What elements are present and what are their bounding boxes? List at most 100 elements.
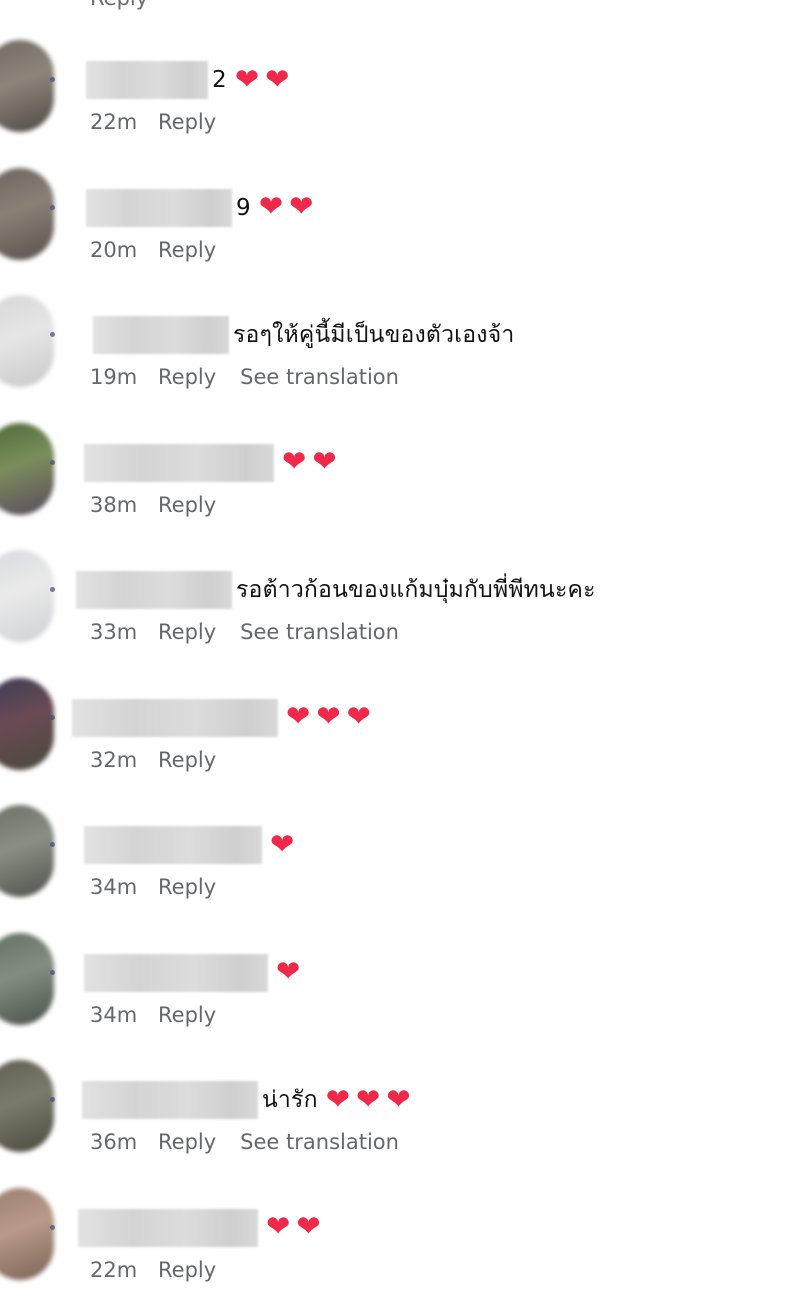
heart-icon: ❤ — [282, 444, 307, 478]
comment-timestamp[interactable]: 19m — [90, 365, 158, 389]
heart-icon: ❤ — [289, 189, 314, 223]
avatar-status-dot — [50, 969, 55, 975]
comment-timestamp[interactable]: 22m — [90, 110, 158, 134]
reply-link[interactable]: Reply — [158, 748, 216, 772]
comments-page: Reply 2❤❤22mReply9❤❤20mReplyรอๆให้คู่นี้… — [0, 0, 800, 1291]
see-translation-link[interactable]: See translation — [240, 365, 399, 389]
heart-emojis: ❤ ❤ — [258, 189, 320, 223]
avatar[interactable] — [0, 550, 54, 642]
comment-timestamp[interactable]: 20m — [90, 238, 158, 262]
avatar-status-dot — [50, 587, 55, 592]
see-translation-link[interactable]: See translation — [240, 620, 399, 644]
avatar-status-dot — [50, 332, 55, 337]
comment-meta: 34m Reply — [90, 1003, 240, 1027]
comment-item: ❤ ❤ ❤ 32m Reply — [0, 677, 800, 806]
comment-item: 9 ❤ ❤ 20m Reply — [0, 167, 800, 296]
reply-link[interactable]: Reply — [158, 1258, 216, 1282]
heart-emojis: ❤ ❤ — [235, 61, 296, 96]
avatar[interactable] — [0, 677, 54, 770]
comment-body: ❤ — [84, 953, 306, 992]
comment-body: ❤ ❤ ❤ — [72, 698, 377, 737]
comment-text: 9 — [236, 194, 251, 221]
heart-icon: ❤ — [270, 826, 295, 861]
heart-icon: ❤ — [286, 699, 311, 733]
comment-body: 2 ❤ ❤ — [86, 61, 296, 99]
comment-timestamp[interactable]: 22m — [90, 1258, 158, 1282]
heart-icon: ❤ — [258, 189, 284, 223]
avatar-status-dot — [50, 77, 55, 82]
heart-icon: ❤ — [276, 954, 301, 988]
reply-link[interactable]: Reply — [158, 238, 216, 262]
comment-body: รอต้าวก้อนของแก้มบุ๋มกับพี่พีทนะคะ — [76, 571, 596, 609]
heart-emojis: ❤ ❤ — [266, 1209, 327, 1243]
see-translation-link[interactable]: See translation — [240, 1130, 399, 1154]
comment-meta: 32m Reply — [90, 748, 240, 772]
comment-timestamp[interactable]: 36m — [90, 1130, 158, 1154]
heart-icon: ❤ — [316, 699, 341, 733]
heart-icon: ❤ — [356, 1081, 381, 1116]
heart-icon: ❤ — [265, 61, 290, 96]
avatar[interactable] — [0, 1187, 54, 1280]
commenter-name-redacted[interactable] — [72, 698, 278, 737]
comment-text: 2 — [212, 67, 227, 93]
commenter-name-redacted[interactable] — [84, 443, 274, 482]
commenter-name-redacted[interactable] — [82, 1081, 258, 1119]
comment-text: รอต้าวก้อนของแก้มบุ๋มกับพี่พีทนะคะ — [236, 577, 596, 603]
commenter-name-redacted[interactable] — [84, 953, 268, 992]
comment-timestamp[interactable]: 32m — [90, 748, 158, 772]
comment-body: 9 ❤ ❤ — [86, 188, 320, 227]
commenter-name-redacted[interactable] — [76, 571, 232, 609]
reply-link[interactable]: Reply — [158, 620, 216, 644]
comment-body: ❤ ❤ — [84, 443, 343, 482]
heart-emojis: ❤ ❤ ❤ — [286, 699, 377, 733]
heart-emojis: ❤ — [276, 954, 306, 988]
reply-link[interactable]: Reply — [158, 110, 216, 134]
avatar-status-dot — [50, 1097, 55, 1102]
reply-link[interactable]: Reply — [158, 875, 216, 899]
commenter-name-redacted[interactable] — [86, 61, 208, 99]
heart-icon: ❤ — [266, 1209, 291, 1243]
avatar-status-dot — [50, 1224, 55, 1230]
heart-icon: ❤ — [325, 1081, 351, 1116]
comment-meta: 36m Reply See translation — [90, 1130, 399, 1154]
reply-link[interactable]: Reply — [90, 0, 148, 10]
reply-link[interactable]: Reply — [158, 1130, 216, 1154]
heart-icon: ❤ — [346, 699, 371, 733]
comment-body: ❤ ❤ — [78, 1208, 327, 1247]
comment-item: รอต้าวก้อนของแก้มบุ๋มกับพี่พีทนะคะ 33m Rep… — [0, 550, 800, 678]
comment-body: ❤ — [84, 826, 300, 864]
commenter-name-redacted[interactable] — [86, 188, 232, 227]
commenter-name-redacted[interactable] — [93, 316, 229, 354]
heart-icon: ❤ — [312, 444, 337, 478]
commenter-name-redacted[interactable] — [78, 1208, 258, 1247]
comment-meta: 38m Reply — [90, 493, 240, 517]
heart-emojis: ❤ ❤ ❤ — [325, 1081, 417, 1116]
comment-timestamp[interactable]: 33m — [90, 620, 158, 644]
comment-meta: 34m Reply — [90, 875, 240, 899]
heart-icon: ❤ — [296, 1209, 321, 1243]
comment-item: ❤ 34m Reply — [0, 932, 800, 1061]
comment-item: รอๆให้คู่นี้มีเป็นของตัวเองจ้า 19m Reply Se… — [0, 295, 800, 423]
reply-link[interactable]: Reply — [158, 365, 216, 389]
reply-link[interactable]: Reply — [158, 493, 216, 517]
previous-comment-meta: Reply — [90, 0, 172, 10]
avatar[interactable] — [0, 422, 54, 515]
comment-meta: 22m Reply — [90, 1258, 240, 1282]
avatar-status-dot — [50, 459, 55, 465]
comment-timestamp[interactable]: 34m — [90, 875, 158, 899]
avatar[interactable] — [0, 1060, 54, 1152]
comment-timestamp[interactable]: 38m — [90, 493, 158, 517]
avatar-status-dot — [50, 714, 55, 720]
avatar[interactable] — [0, 167, 54, 260]
commenter-name-redacted[interactable] — [84, 826, 262, 864]
avatar[interactable] — [0, 295, 54, 387]
comment-timestamp[interactable]: 34m — [90, 1003, 158, 1027]
heart-icon: ❤ — [386, 1081, 411, 1116]
avatar[interactable] — [0, 805, 54, 897]
comment-item: ❤ ❤ 22m Reply — [0, 1187, 800, 1291]
avatar-status-dot — [50, 204, 55, 210]
comment-meta: 22m Reply — [90, 110, 240, 134]
reply-link[interactable]: Reply — [158, 1003, 216, 1027]
avatar[interactable] — [0, 40, 54, 132]
avatar[interactable] — [0, 932, 54, 1025]
